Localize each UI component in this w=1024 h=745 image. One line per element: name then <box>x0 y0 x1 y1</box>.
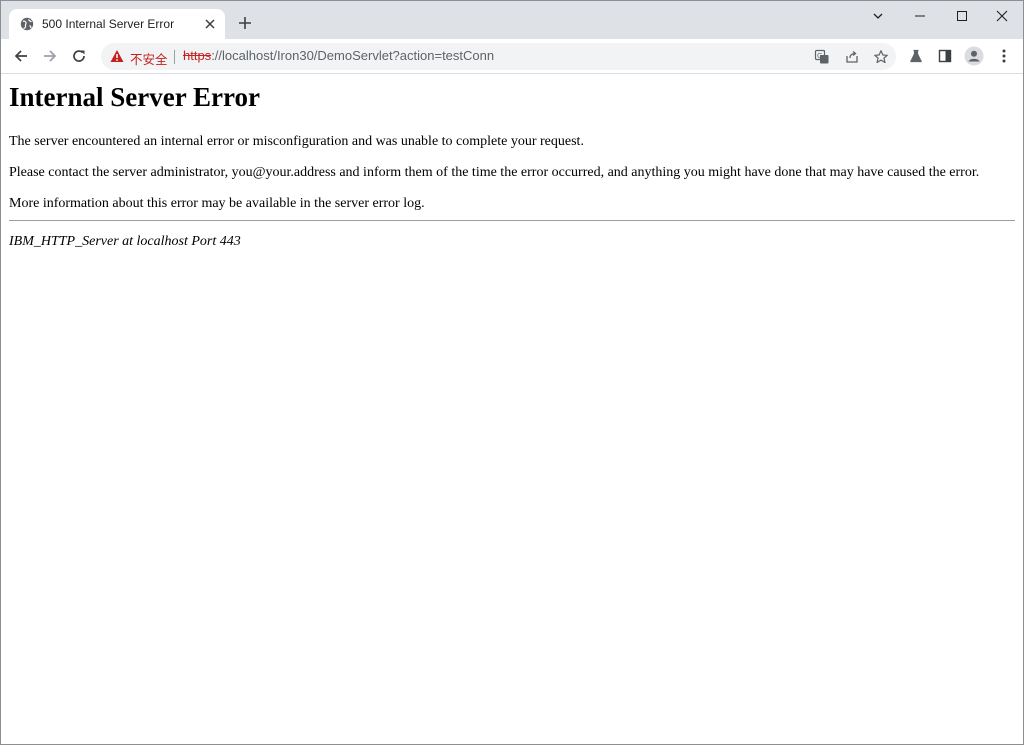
tab-strip: 500 Internal Server Error <box>1 1 1023 39</box>
reload-icon[interactable] <box>68 45 90 67</box>
maximize-icon[interactable] <box>941 1 983 31</box>
close-icon[interactable] <box>201 15 219 33</box>
divider <box>9 220 1015 221</box>
browser-window: 500 Internal Server Error 不安全 https://lo… <box>0 0 1024 745</box>
share-icon[interactable] <box>843 48 861 66</box>
globe-icon <box>20 17 34 31</box>
close-window-icon[interactable] <box>981 1 1023 31</box>
security-label[interactable]: 不安全 <box>130 49 168 68</box>
warning-icon[interactable] <box>110 49 124 63</box>
minimize-icon[interactable] <box>899 1 941 31</box>
star-icon[interactable] <box>872 48 890 66</box>
contact-message: Please contact the server administrator,… <box>9 165 980 180</box>
divider <box>174 50 175 64</box>
side-panel-icon[interactable] <box>935 46 955 66</box>
url-scheme: https <box>183 48 212 63</box>
url-text[interactable]: https://localhost/Iron30/DemoServlet?act… <box>183 48 494 63</box>
address-bar[interactable]: 不安全 https://localhost/Iron30/DemoServlet… <box>101 43 896 70</box>
tab-title: 500 Internal Server Error <box>42 17 175 31</box>
page-title: Internal Server Error <box>9 82 260 112</box>
plus-icon[interactable] <box>235 13 255 33</box>
log-message: More information about this error may be… <box>9 196 425 211</box>
toolbar: 不安全 https://localhost/Iron30/DemoServlet… <box>1 39 1023 74</box>
arrow-left-icon[interactable] <box>10 45 32 67</box>
profile-icon[interactable] <box>964 46 984 66</box>
tab-active[interactable]: 500 Internal Server Error <box>9 9 225 39</box>
arrow-right-icon[interactable] <box>39 45 61 67</box>
chevron-down-icon[interactable] <box>857 1 899 31</box>
translate-icon[interactable]: G <box>813 48 831 66</box>
page-content: Internal Server Error The server encount… <box>1 74 1023 744</box>
menu-icon[interactable] <box>994 46 1014 66</box>
labs-icon[interactable] <box>906 46 926 66</box>
error-message: The server encountered an internal error… <box>9 134 584 149</box>
server-signature: IBM_HTTP_Server at localhost Port 443 <box>9 234 241 249</box>
url-path: ://localhost/Iron30/DemoServlet?action=t… <box>211 48 495 63</box>
svg-text:G: G <box>817 52 822 60</box>
